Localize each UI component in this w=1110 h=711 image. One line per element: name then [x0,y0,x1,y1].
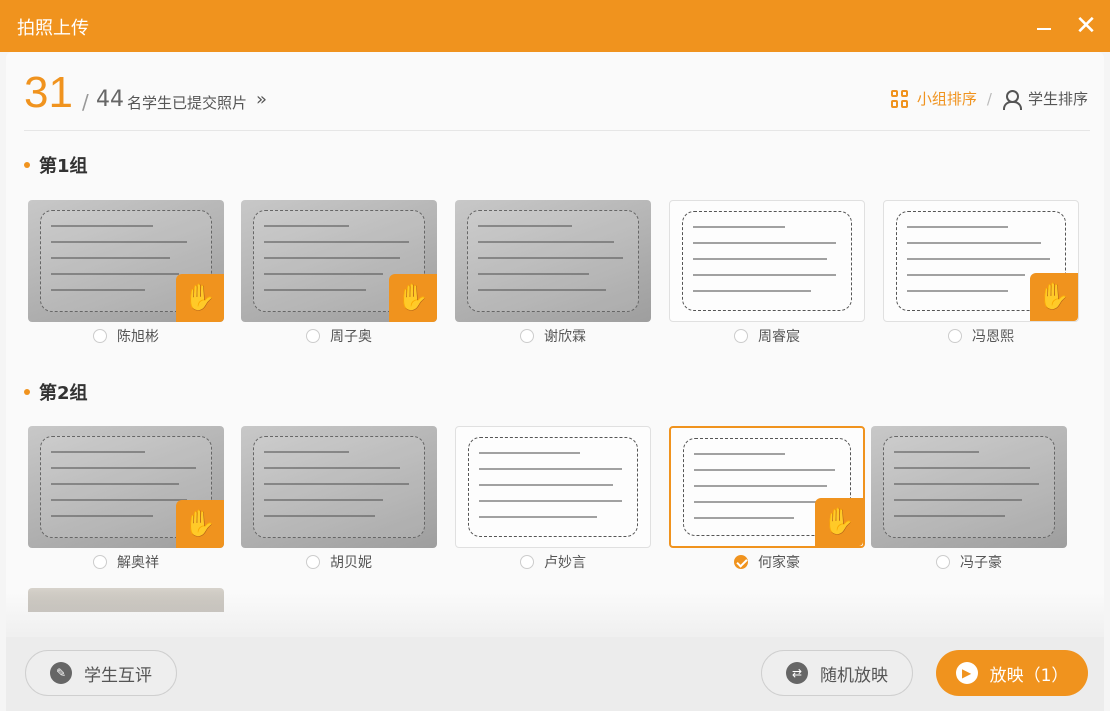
student-name: 谢欣霖 [544,329,586,345]
submission-header: 31 / 44 名学生已提交照片 » 小组排序 / 学生排序 [6,52,1104,132]
group-bullet [24,389,30,395]
raised-hand-icon: ✋ [389,274,437,322]
window-title: 拍照上传 [17,18,89,39]
photo-thumbnail[interactable]: ✋ [669,426,865,548]
title-bar: 拍照上传 ✕ [0,0,1110,52]
footer-bar: ✎ 学生互评 ⇄ 随机放映 ▶ 放映（1） [6,637,1104,711]
photo-card[interactable]: 冯子豪 [871,426,1067,572]
group-title-text: 第2组 [39,383,88,404]
student-label[interactable]: 解奥祥 [28,552,224,572]
main-panel: 31 / 44 名学生已提交照片 » 小组排序 / 学生排序 第1组 ✋ 陈旭彬… [6,52,1104,711]
sort-by-group-label: 小组排序 [916,90,977,108]
sort-switcher: 小组排序 / 学生排序 [890,88,1088,110]
photo-card[interactable]: ✋ 陈旭彬 [28,200,224,346]
student-label[interactable]: 卢妙言 [455,552,651,572]
photo-thumbnail[interactable]: ✋ [883,200,1079,322]
photo-card[interactable]: 周睿宸 [669,200,865,346]
play-label: 放映（1） [989,665,1069,686]
photo-thumbnail[interactable]: ✋ [28,426,224,548]
student-label[interactable]: 冯子豪 [871,552,1067,572]
raised-hand-icon: ✋ [815,498,863,546]
photo-thumbnail[interactable]: ✋ [241,200,437,322]
select-radio-checked[interactable] [734,555,748,569]
random-play-button[interactable]: ⇄ 随机放映 [761,650,913,696]
select-radio[interactable] [734,329,748,343]
student-label[interactable]: 陈旭彬 [28,326,224,346]
select-radio[interactable] [306,329,320,343]
photo-thumbnail[interactable] [241,426,437,548]
sort-by-group-button[interactable]: 小组排序 [890,88,977,109]
student-label[interactable]: 周子奥 [241,326,437,346]
student-name: 胡贝妮 [330,555,372,571]
shuffle-icon: ⇄ [786,662,808,684]
student-name: 卢妙言 [544,555,586,571]
photo-card[interactable]: 卢妙言 [455,426,651,572]
student-label[interactable]: 周睿宸 [669,326,865,346]
random-play-label: 随机放映 [820,665,888,686]
student-name: 解奥祥 [117,555,159,571]
photo-thumbnail[interactable] [871,426,1067,548]
total-count: 44 [96,87,124,112]
count-separator: / [82,90,89,114]
photo-card[interactable]: ✋ 周子奥 [241,200,437,346]
peer-review-label: 学生互评 [84,665,152,686]
photo-card[interactable]: ✋ 解奥祥 [28,426,224,572]
photo-card-selected[interactable]: ✋ 何家豪 [669,426,865,572]
student-label[interactable]: 谢欣霖 [455,326,651,346]
sort-by-student-label: 学生排序 [1027,90,1088,108]
sort-separator: / [986,89,992,108]
play-icon: ▶ [955,662,978,684]
user-icon [1002,89,1022,110]
expand-arrow-icon[interactable]: » [256,89,267,110]
group-title: 第2组 [24,379,88,405]
group-title-text: 第1组 [39,156,88,177]
select-radio[interactable] [948,329,962,343]
select-radio[interactable] [306,555,320,569]
student-label[interactable]: 胡贝妮 [241,552,437,572]
student-name: 陈旭彬 [117,329,159,345]
upload-photos-window: 拍照上传 ✕ 31 / 44 名学生已提交照片 » 小组排序 / 学生排序 第1… [0,0,1110,711]
photo-card[interactable]: 谢欣霖 [455,200,651,346]
photo-card[interactable]: 胡贝妮 [241,426,437,572]
select-radio[interactable] [93,555,107,569]
student-name: 何家豪 [758,555,800,571]
student-name: 周睿宸 [758,329,800,345]
student-label[interactable]: 冯恩熙 [883,326,1079,346]
select-radio[interactable] [93,329,107,343]
submitted-count: 31 [24,68,73,117]
student-name: 冯子豪 [960,555,1002,571]
student-name: 周子奥 [330,329,372,345]
photo-thumbnail[interactable] [455,426,651,548]
photo-thumbnail[interactable] [669,200,865,322]
select-radio[interactable] [520,329,534,343]
student-name: 冯恩熙 [972,329,1014,345]
select-radio[interactable] [520,555,534,569]
raised-hand-icon: ✋ [176,274,224,322]
student-label[interactable]: 何家豪 [669,552,865,572]
minimize-button[interactable] [1030,12,1058,40]
raised-hand-icon: ✋ [176,500,224,548]
grid-icon [890,89,909,108]
raised-hand-icon: ✋ [1030,273,1078,321]
photo-thumbnail[interactable] [455,200,651,322]
peer-review-button[interactable]: ✎ 学生互评 [25,650,177,696]
play-button[interactable]: ▶ 放映（1） [936,650,1088,696]
close-button[interactable]: ✕ [1072,12,1100,40]
photo-card[interactable]: ✋ 冯恩熙 [883,200,1079,346]
photo-thumbnail[interactable]: ✋ [28,200,224,322]
submission-label: 名学生已提交照片 [127,94,248,112]
header-divider [24,130,1090,131]
sort-by-student-button[interactable]: 学生排序 [1002,88,1088,110]
group-title: 第1组 [24,152,88,178]
edit-icon: ✎ [50,662,72,684]
select-radio[interactable] [936,555,950,569]
group-bullet [24,162,30,168]
